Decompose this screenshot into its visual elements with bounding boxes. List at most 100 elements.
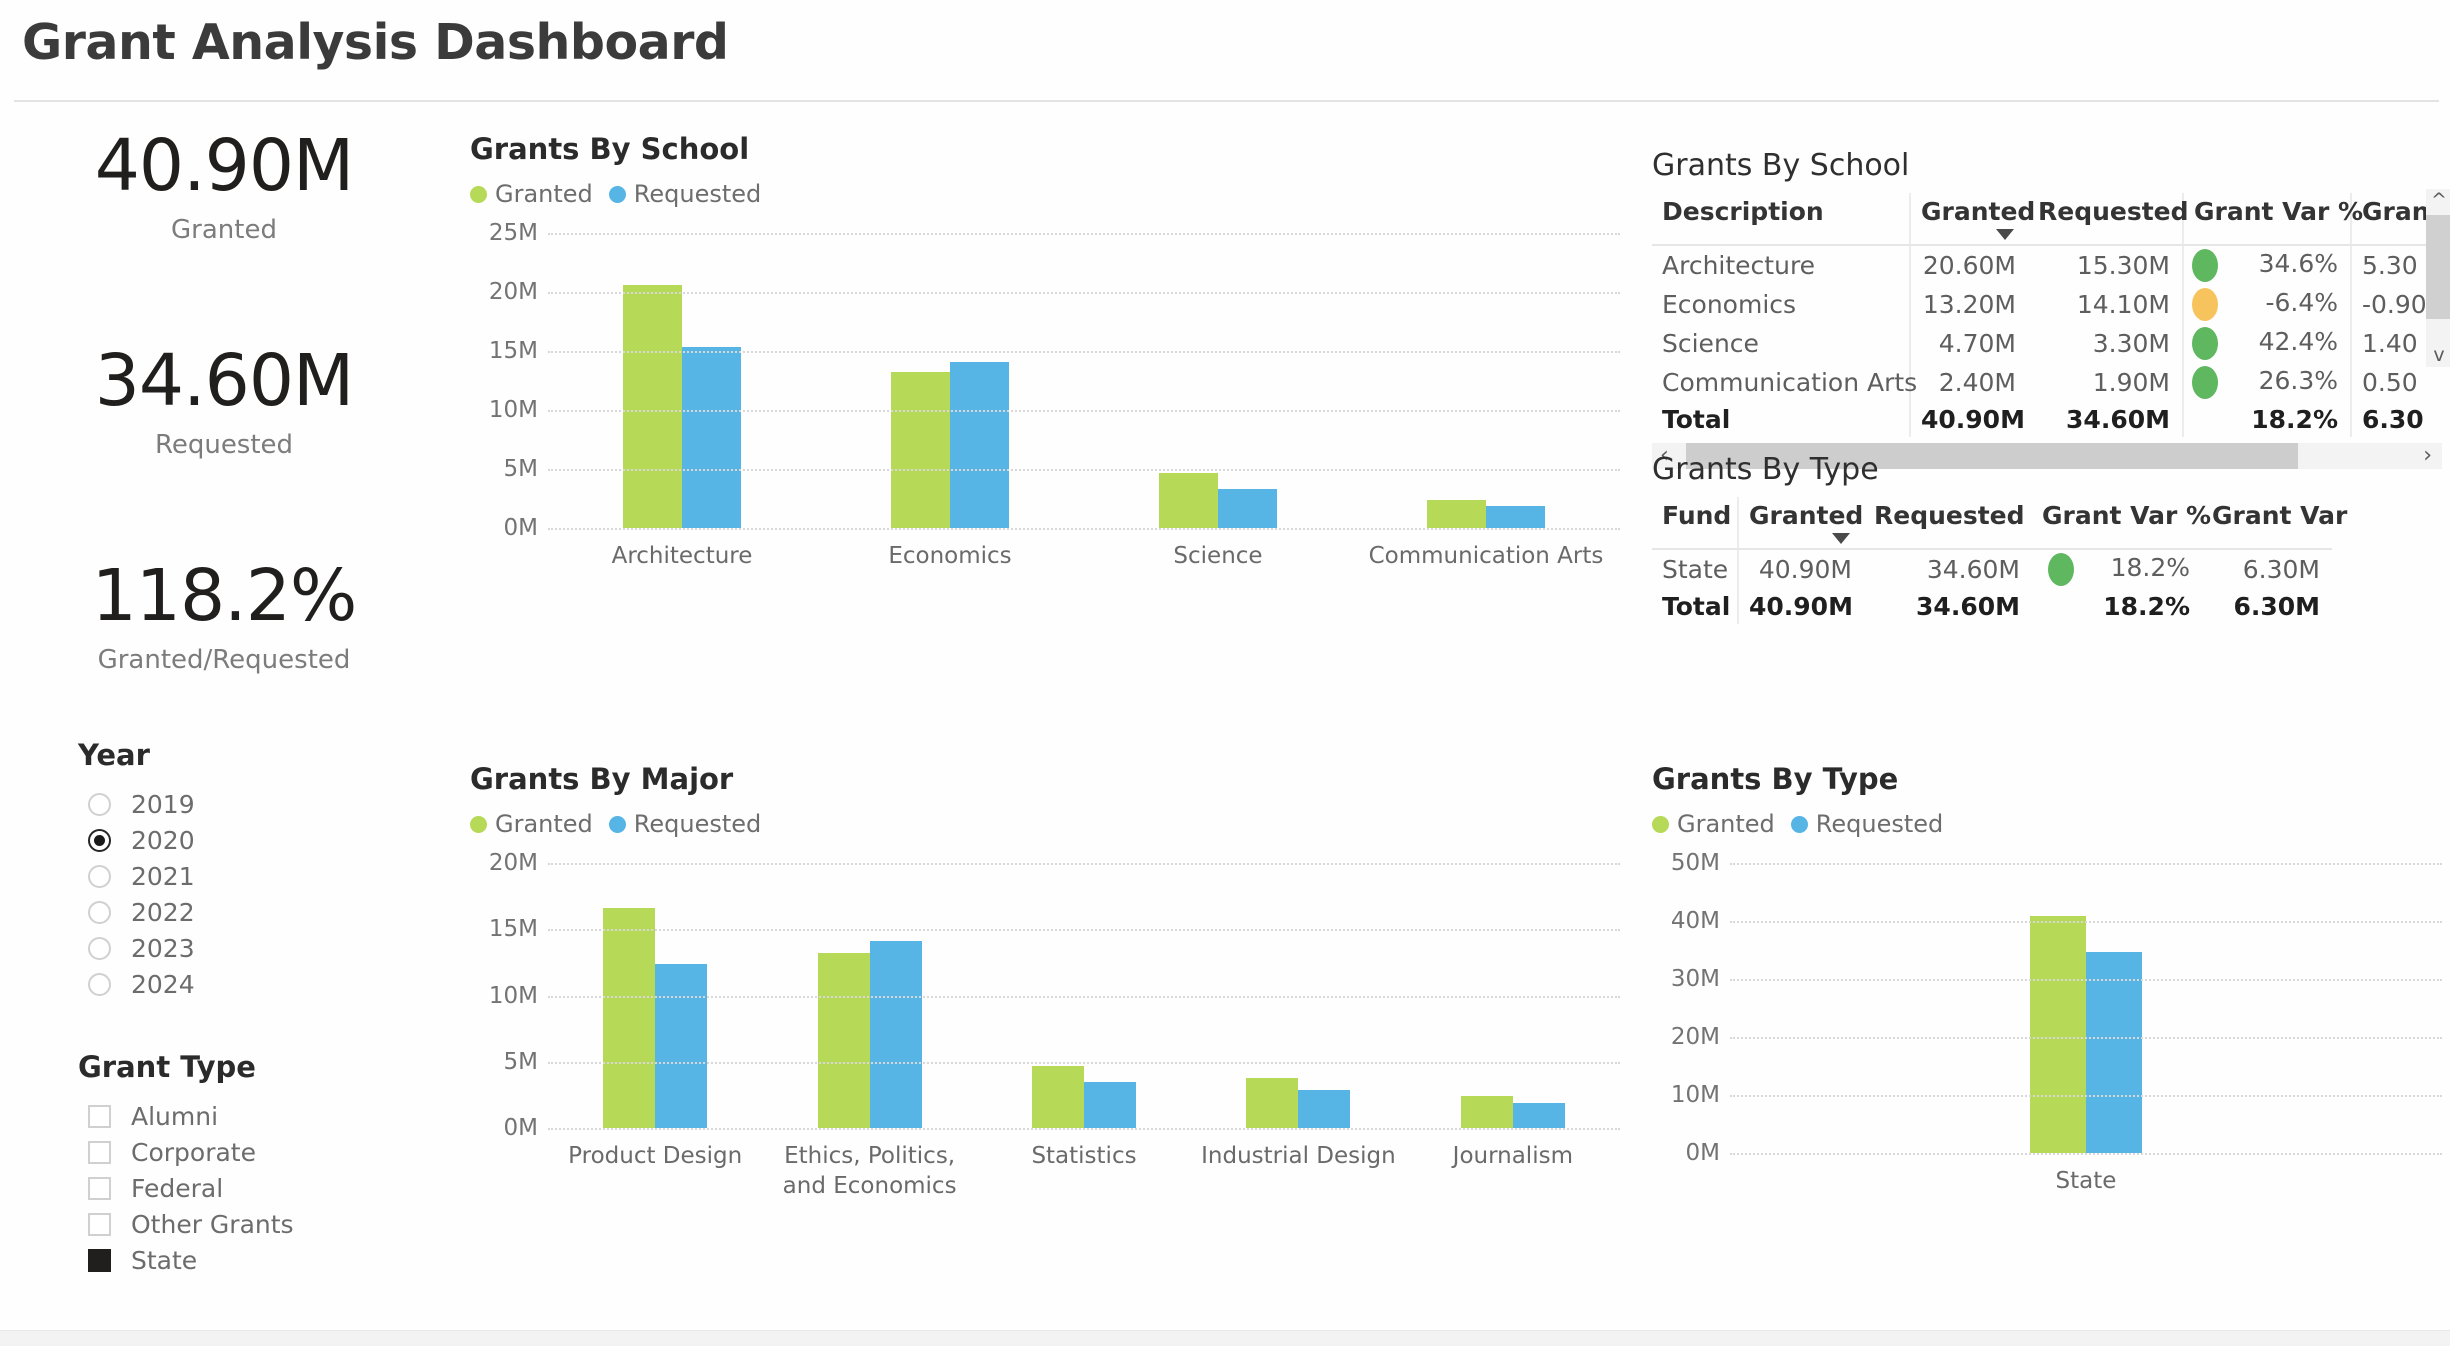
legend-item-granted[interactable]: Granted (470, 810, 593, 838)
bar-requested[interactable] (1486, 505, 1545, 528)
column-header-granted[interactable]: Granted (1737, 497, 1864, 550)
cell-requested: 34.60M (1916, 592, 2020, 621)
table-row[interactable]: Communication Arts 2.40M 1.90M 26.3% 0.5… (1652, 363, 2442, 402)
table-row[interactable]: State 40.90M 34.60M 18.2% 6.30M (1652, 549, 2332, 589)
column-header-grant-var-pct[interactable]: Grant Var % (2032, 497, 2211, 550)
slicer-item-year-2024[interactable]: 2024 (88, 966, 195, 1002)
slicer-item-grant-type-federal[interactable]: Federal (88, 1170, 294, 1206)
column-header-granted[interactable]: Granted (1909, 193, 2035, 246)
bar-granted[interactable] (2030, 915, 2086, 1153)
bar-requested[interactable] (655, 963, 708, 1128)
radio-icon[interactable] (88, 936, 111, 960)
gridline (1730, 863, 2442, 865)
y-axis-tick-label: 20M (488, 279, 538, 305)
x-axis-tick-label: Industrial Design (1201, 1143, 1396, 1169)
kpi-label: Requested (154, 430, 294, 460)
table-row[interactable]: Architecture 20.60M 15.30M 34.6% 5.30 (1652, 245, 2442, 285)
legend-label: Requested (633, 810, 762, 838)
bar-granted[interactable] (1246, 1077, 1299, 1128)
checkbox-icon[interactable] (88, 1140, 111, 1164)
chart-plot-area[interactable]: 0M 10M 20M 30M 40M 50M (1652, 850, 2442, 1166)
bar-granted[interactable] (1427, 499, 1486, 528)
cell-grant-var-pct: 26.3% (2182, 363, 2351, 402)
bar-requested[interactable] (1512, 1102, 1565, 1128)
bar-granted[interactable] (1032, 1065, 1085, 1128)
slicer-item-year-2022[interactable]: 2022 (88, 894, 195, 930)
status-indicator-icon (2048, 553, 2074, 586)
slicer-item-label: Federal (131, 1173, 224, 1203)
table-row[interactable]: Economics 13.20M 14.10M -6.4% -0.90 (1652, 285, 2442, 324)
chart-panel-grants-by-major: Grants By Major Granted Requested 0M 5M 10… (470, 762, 1620, 1202)
scrollbar-thumb[interactable] (2426, 215, 2450, 319)
bar-series-container (548, 233, 1620, 528)
gridline (1730, 1037, 2442, 1039)
checkbox-icon[interactable] (88, 1212, 111, 1236)
radio-icon[interactable] (88, 900, 111, 924)
slicer-item-year-2023[interactable]: 2023 (88, 930, 195, 966)
bar-requested[interactable] (1298, 1089, 1351, 1128)
bar-group (1352, 233, 1620, 528)
slicer-item-grant-type-other-grants[interactable]: Other Grants (88, 1206, 294, 1242)
column-header-fund[interactable]: Fund (1652, 497, 1738, 550)
x-axis-tick-label: State (2055, 1168, 2117, 1194)
bar-granted[interactable] (817, 953, 870, 1128)
bar-requested[interactable] (2086, 952, 2142, 1153)
slicer-item-label: 2024 (131, 969, 195, 999)
legend-item-granted[interactable]: Granted (470, 180, 593, 208)
cell-grant-var: 6.30M (2233, 592, 2320, 621)
slicer-year: 2019 2020 2021 2022 2023 2024 (88, 786, 195, 1002)
column-header-grant-var[interactable]: Grant Var (2202, 497, 2347, 550)
chevron-up-icon[interactable]: ^ (2426, 191, 2450, 210)
cell-description: Economics (1662, 290, 1797, 319)
cell-description: Architecture (1662, 251, 1816, 280)
slicer-item-grant-type-corporate[interactable]: Corporate (88, 1134, 294, 1170)
chart-plot-area[interactable]: 0M 5M 10M 15M 20M (470, 850, 1620, 1141)
bar-requested[interactable] (1084, 1081, 1137, 1128)
grants-by-school-table[interactable]: Description Granted Requested Grant Var … (1652, 193, 2442, 437)
table-row[interactable]: Science 4.70M 3.30M 42.4% 1.40 (1652, 324, 2442, 363)
radio-icon[interactable] (88, 828, 111, 852)
column-header-grant-var-pct[interactable]: Grant Var % (2182, 193, 2363, 246)
slicer-title-year: Year (78, 738, 150, 772)
slicer-item-grant-type-alumni[interactable]: Alumni (88, 1098, 294, 1134)
chart-plot-area[interactable]: 0M 5M 10M 15M 20M 25M (470, 220, 1620, 541)
grants-by-type-table[interactable]: Fund Granted Requested Grant Var % Grant… (1652, 497, 2347, 624)
slicer-item-year-2019[interactable]: 2019 (88, 786, 195, 822)
chevron-down-icon[interactable]: v (2426, 346, 2450, 365)
slicer-item-grant-type-state[interactable]: State (88, 1242, 294, 1278)
bar-granted[interactable] (891, 372, 950, 528)
y-axis-tick-label: 20M (1670, 1024, 1720, 1050)
bar-granted[interactable] (1460, 1096, 1513, 1128)
bar-granted[interactable] (1159, 472, 1218, 528)
y-axis: 0M 5M 10M 15M 20M 25M (470, 220, 548, 541)
bar-requested[interactable] (1218, 489, 1277, 528)
legend-item-requested[interactable]: Requested (608, 180, 761, 208)
bar-requested[interactable] (869, 941, 922, 1128)
radio-icon[interactable] (88, 792, 111, 816)
checkbox-icon[interactable] (88, 1248, 111, 1272)
bar-granted[interactable] (623, 284, 682, 528)
table-vertical-scrollbar[interactable]: ^ v (2426, 189, 2450, 367)
bar-group (816, 233, 1084, 528)
radio-icon[interactable] (88, 864, 111, 888)
checkbox-icon[interactable] (88, 1104, 111, 1128)
checkbox-icon[interactable] (88, 1176, 111, 1200)
bar-requested[interactable] (950, 361, 1009, 528)
bar-requested[interactable] (682, 347, 741, 528)
table-body: State 40.90M 34.60M 18.2% 6.30M Total 40… (1652, 549, 2332, 624)
legend-item-requested[interactable]: Requested (1790, 810, 1943, 838)
bar-granted[interactable] (603, 908, 656, 1128)
cell-requested: 15.30M (2076, 251, 2170, 280)
slicer-item-year-2021[interactable]: 2021 (88, 858, 195, 894)
radio-icon[interactable] (88, 972, 111, 996)
status-indicator-icon (2192, 366, 2218, 399)
legend-item-requested[interactable]: Requested (608, 810, 762, 838)
legend-item-granted[interactable]: Granted (1652, 810, 1775, 838)
column-header-description[interactable]: Description (1652, 193, 1910, 246)
legend-label: Granted (1677, 810, 1775, 838)
column-header-requested[interactable]: Requested (1864, 497, 2032, 550)
cell-grant-var-pct: 42.4% (2182, 324, 2351, 363)
y-axis-tick-label: 20M (488, 850, 538, 876)
slicer-item-year-2020[interactable]: 2020 (88, 822, 195, 858)
column-header-requested[interactable]: Requested (2028, 193, 2189, 246)
